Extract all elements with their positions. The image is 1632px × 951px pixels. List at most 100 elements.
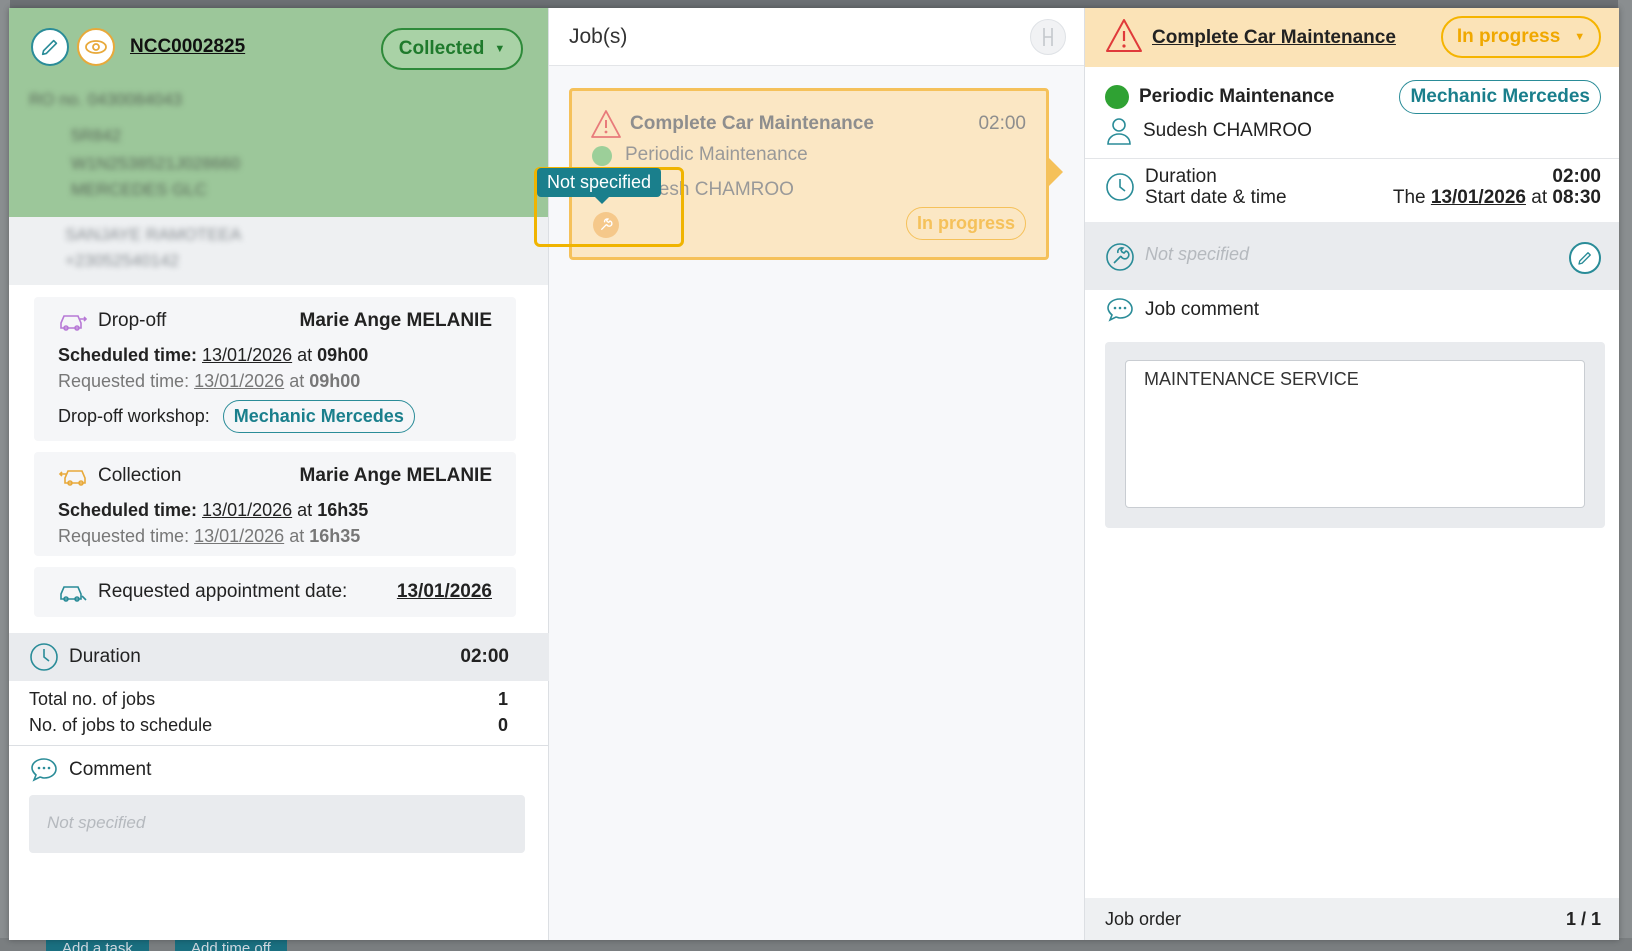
comment-header: Comment xyxy=(29,756,151,784)
appointment-date-card: Requested appointment date: 13/01/2026 xyxy=(34,567,516,617)
dropoff-workshop-row: Drop-off workshop: Mechanic Mercedes xyxy=(58,400,415,433)
order-status-label: Collected xyxy=(398,38,485,59)
collection-requested-date[interactable]: 13/01/2026 xyxy=(194,526,284,546)
clock-icon xyxy=(30,643,58,671)
job-status-label: In progress xyxy=(1456,26,1561,47)
job-comment-header: Job comment xyxy=(1105,296,1601,324)
car-collection-icon xyxy=(58,470,86,486)
dropoff-label: Drop-off xyxy=(98,310,167,331)
technician-name: Sudesh CHAMROO xyxy=(1143,120,1312,141)
duration-bar: Duration 02:00 xyxy=(9,633,549,681)
collection-scheduled-label: Scheduled time: xyxy=(58,500,198,520)
total-jobs-value: 1 xyxy=(497,689,508,709)
status-dot-icon xyxy=(592,146,612,166)
collection-scheduled-at: at xyxy=(297,500,313,520)
dropoff-workshop-label: Drop-off workshop: xyxy=(58,406,210,426)
appointment-modal: NCC0002825 Collected ▼ RO no. 0430084043… xyxy=(9,8,1619,940)
edit-equipment-button[interactable] xyxy=(1569,242,1601,274)
start-time: 08:30 xyxy=(1552,187,1601,208)
jobs-to-schedule-row: No. of jobs to schedule 0 xyxy=(29,715,508,736)
equipment-bar: Not specified xyxy=(1085,222,1619,290)
jobs-panel: Job(s) Complete Car Maintenance 02:00 Pe… xyxy=(549,8,1085,940)
blurred-vehicle-reg: 5R842 xyxy=(71,126,122,145)
client-row: SANJAYE RAMOTEEA +23052540142 xyxy=(9,217,548,285)
jobs-header: Job(s) xyxy=(549,8,1084,66)
job-details-panel: Complete Car Maintenance In progress ▼ P… xyxy=(1085,8,1619,940)
collection-requested-hour: 16h35 xyxy=(309,526,361,546)
duration-label: Duration xyxy=(1145,166,1217,187)
jobs-to-schedule-value: 0 xyxy=(497,715,508,735)
appointment-label: Requested appointment date: xyxy=(98,581,348,602)
wrench-icon[interactable] xyxy=(593,212,619,238)
job-comment-label: Job comment xyxy=(1145,299,1260,320)
job-order-bar: Job order 1 / 1 xyxy=(1085,898,1619,940)
caret-down-icon: ▼ xyxy=(494,43,506,55)
job-card-type: Periodic Maintenance xyxy=(625,144,808,165)
duration-row: Duration Start date & time 02:00 The 13/… xyxy=(1105,166,1601,208)
appointment-header: NCC0002825 Collected ▼ RO no. 0430084043… xyxy=(9,8,548,217)
job-card-time: 02:00 xyxy=(978,113,1026,134)
order-status-dropdown[interactable]: Collected ▼ xyxy=(381,28,523,70)
collection-scheduled-date[interactable]: 13/01/2026 xyxy=(202,500,292,520)
workshop-pill[interactable]: Mechanic Mercedes xyxy=(1399,80,1601,114)
dropoff-requested-hour: 09h00 xyxy=(309,371,361,391)
warning-icon xyxy=(591,110,621,138)
order-number-link[interactable]: NCC0002825 xyxy=(130,36,245,58)
total-jobs-row: Total no. of jobs 1 xyxy=(29,689,508,710)
equipment-value: Not specified xyxy=(1145,244,1250,264)
appointment-date[interactable]: 13/01/2026 xyxy=(397,581,492,603)
jobs-title: Job(s) xyxy=(569,24,628,48)
start-date[interactable]: 13/01/2026 xyxy=(1431,187,1526,208)
dropoff-workshop-pill[interactable]: Mechanic Mercedes xyxy=(222,400,415,433)
comment-label: Comment xyxy=(69,759,152,780)
status-dot-icon xyxy=(1105,85,1129,109)
wrench-icon xyxy=(1106,243,1134,271)
dropoff-scheduled-time: Scheduled time: 13/01/2026 at 09h00 xyxy=(58,345,369,365)
duration-value: 02:00 xyxy=(460,646,509,667)
comment-field[interactable]: Not specified xyxy=(29,795,525,853)
add-time-off-button[interactable]: Add time off xyxy=(175,940,287,951)
dropoff-scheduled-date[interactable]: 13/01/2026 xyxy=(202,345,292,365)
wrench-glyph xyxy=(600,218,613,231)
dropoff-scheduled-label: Scheduled time xyxy=(58,345,192,365)
divider xyxy=(9,745,549,746)
job-status-dropdown[interactable]: In progress ▼ xyxy=(1441,16,1601,58)
collection-card: Collection Marie Ange MELANIE Scheduled … xyxy=(34,452,516,556)
job-type-row: Periodic Maintenance Mechanic Mercedes xyxy=(1105,80,1601,114)
job-card-status: In progress xyxy=(905,207,1026,240)
collection-scheduled-hour: 16h35 xyxy=(317,500,369,520)
dropoff-scheduled-hour: 09h00 xyxy=(317,345,369,365)
comment-icon xyxy=(31,758,57,782)
jobs-action-button[interactable] xyxy=(1030,18,1066,55)
appointment-details-panel: NCC0002825 Collected ▼ RO no. 0430084043… xyxy=(9,8,549,940)
split-icon xyxy=(1043,27,1053,46)
job-type: Periodic Maintenance xyxy=(1139,86,1335,107)
add-task-button[interactable]: Add a task xyxy=(46,940,149,951)
dropoff-requested-date[interactable]: 13/01/2026 xyxy=(194,371,284,391)
blurred-client-name: SANJAYE RAMOTEEA xyxy=(65,225,242,244)
start-datetime: The 13/01/2026 at 08:30 xyxy=(1393,187,1601,208)
job-comment-textarea[interactable]: MAINTENANCE SERVICE xyxy=(1125,360,1585,508)
collection-scheduled-time: Scheduled time: 13/01/2026 at 16h35 xyxy=(58,500,368,521)
dropoff-requested-at: at xyxy=(289,371,305,391)
background-app-right xyxy=(1618,0,1632,951)
start-prefix: The xyxy=(1392,187,1426,208)
comment-icon xyxy=(1107,298,1133,322)
divider xyxy=(1085,158,1619,159)
blurred-client-phone: +23052540142 xyxy=(65,251,179,270)
blurred-vehicle-model: MERCEDES GLC xyxy=(71,180,208,199)
blurred-vehicle-vin: W1N2538521J028660 xyxy=(71,154,241,173)
pencil-icon xyxy=(41,39,58,56)
job-order-label: Job order xyxy=(1105,908,1182,929)
duration-label: Duration xyxy=(69,646,141,667)
jobs-to-schedule-label: No. of jobs to schedule xyxy=(29,715,213,735)
job-card-title: Complete Car Maintenance xyxy=(630,113,874,134)
background-app-topbar xyxy=(0,0,1632,8)
job-title-link[interactable]: Complete Car Maintenance xyxy=(1152,27,1396,49)
dropoff-scheduled-at: at xyxy=(297,345,313,365)
pencil-icon xyxy=(1578,252,1591,265)
job-comment-container: MAINTENANCE SERVICE xyxy=(1105,342,1605,528)
view-button[interactable] xyxy=(77,28,115,66)
technician-icon xyxy=(1107,118,1131,145)
edit-button[interactable] xyxy=(31,28,69,66)
